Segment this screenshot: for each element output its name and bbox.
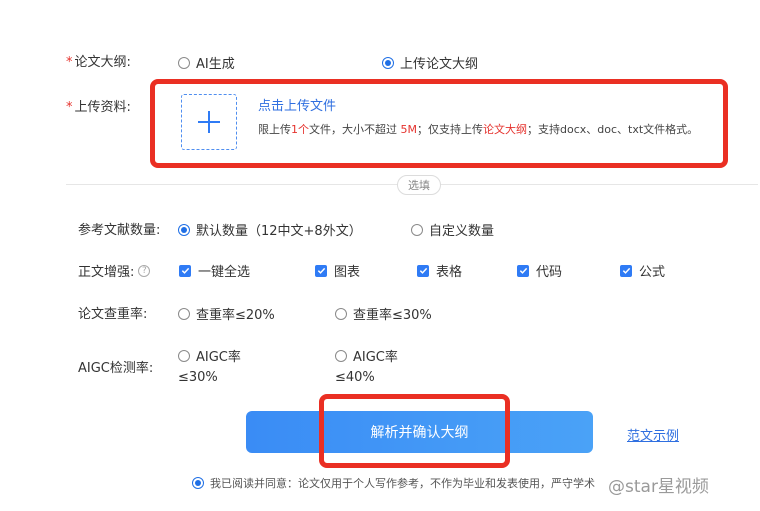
checkbox-box bbox=[517, 264, 529, 277]
check-icon bbox=[419, 267, 427, 274]
upload-label-text: 上传资料: bbox=[74, 100, 131, 115]
hint-type: 论文大纲 bbox=[483, 123, 527, 136]
outline-row: * 论文大纲: bbox=[66, 51, 131, 70]
radio-label: AIGC率 bbox=[353, 350, 398, 365]
radio-label-line2: ≤30% bbox=[178, 369, 218, 385]
check-icon bbox=[181, 267, 189, 274]
example-essay-link[interactable]: 范文示例 bbox=[627, 425, 679, 444]
checkbox-label: 代码 bbox=[536, 265, 563, 280]
radio-ai-generate[interactable]: AI生成 bbox=[178, 53, 235, 72]
check-icon bbox=[317, 267, 325, 274]
radio-dot bbox=[178, 56, 190, 69]
upload-row: * 上传资料: bbox=[66, 96, 131, 115]
radio-upload-outline[interactable]: 上传论文大纲 bbox=[382, 53, 478, 72]
checkbox-box bbox=[417, 264, 429, 277]
plagiarism-label: 论文查重率: bbox=[78, 307, 148, 322]
radio-dot bbox=[178, 223, 190, 236]
radio-head: AIGC率 bbox=[335, 346, 398, 365]
radio-dot bbox=[335, 349, 347, 362]
agreement-radio[interactable]: 我已阅读并同意：论文仅用于个人写作参考，不作为毕业和发表使用，严守学术 bbox=[192, 475, 595, 491]
aigc-row: AIGC检测率: bbox=[78, 357, 153, 376]
outline-label-text: 论文大纲: bbox=[74, 55, 131, 70]
radio-custom-references[interactable]: 自定义数量 bbox=[411, 220, 494, 239]
upload-dropzone[interactable] bbox=[181, 94, 237, 150]
checkbox-code[interactable]: 代码 bbox=[517, 261, 562, 280]
check-icon bbox=[519, 267, 527, 274]
radio-default-references[interactable]: 默认数量（12中文+8外文） bbox=[178, 220, 362, 239]
radio-label: 上传论文大纲 bbox=[400, 57, 479, 72]
radio-plagiarism-30[interactable]: 查重率≤30% bbox=[335, 304, 432, 323]
plagiarism-row: 论文查重率: bbox=[78, 303, 147, 322]
upload-click-link[interactable]: 点击上传文件 bbox=[258, 95, 336, 114]
checkbox-select-all[interactable]: 一键全选 bbox=[179, 261, 250, 280]
radio-dot bbox=[382, 56, 394, 69]
hint-count: 1个 bbox=[291, 123, 309, 136]
upload-label: * 上传资料: bbox=[66, 96, 131, 115]
watermark: @star星视频 bbox=[608, 477, 709, 497]
highlight-frame-button bbox=[319, 394, 510, 468]
radio-label: 默认数量（12中文+8外文） bbox=[196, 224, 362, 239]
radio-head: AIGC率 bbox=[178, 346, 241, 365]
hint-text: ；仅支持上传 bbox=[417, 123, 483, 136]
checkbox-label: 图表 bbox=[334, 265, 361, 280]
aigc-label: AIGC检测率: bbox=[78, 361, 154, 376]
required-mark: * bbox=[66, 100, 73, 115]
optional-tag: 选填 bbox=[397, 175, 441, 195]
checkbox-box bbox=[620, 264, 632, 277]
checkbox-label: 表格 bbox=[436, 265, 463, 280]
hint-text: ；支持docx、doc、txt文件格式。 bbox=[527, 123, 699, 136]
enhance-label: 正文增强: bbox=[78, 265, 135, 280]
checkbox-label: 一键全选 bbox=[198, 265, 251, 280]
radio-dot bbox=[178, 349, 190, 362]
upload-hint: 限上传1个文件，大小不超过 5M；仅支持上传论文大纲；支持docx、doc、tx… bbox=[258, 121, 698, 137]
required-mark: * bbox=[66, 55, 73, 70]
radio-label: AIGC率 bbox=[196, 350, 241, 365]
checkbox-label: 公式 bbox=[639, 265, 666, 280]
checkbox-box bbox=[179, 264, 191, 277]
hint-size: 5M bbox=[400, 123, 418, 136]
checkbox-tables[interactable]: 表格 bbox=[417, 261, 462, 280]
radio-dot bbox=[192, 477, 204, 489]
checkbox-charts[interactable]: 图表 bbox=[315, 261, 360, 280]
radio-aigc-40[interactable]: AIGC率 ≤40% bbox=[335, 346, 398, 385]
radio-aigc-30[interactable]: AIGC率 ≤30% bbox=[178, 346, 241, 385]
radio-label-line2: ≤40% bbox=[335, 369, 375, 385]
radio-label: AI生成 bbox=[196, 57, 235, 72]
radio-label: 查重率≤20% bbox=[196, 308, 275, 323]
hint-text: 限上传 bbox=[258, 123, 291, 136]
checkbox-formula[interactable]: 公式 bbox=[620, 261, 665, 280]
outline-label: * 论文大纲: bbox=[66, 51, 131, 70]
radio-plagiarism-20[interactable]: 查重率≤20% bbox=[178, 304, 275, 323]
radio-label: 查重率≤30% bbox=[353, 308, 432, 323]
references-label: 参考文献数量: bbox=[78, 223, 161, 238]
radio-dot bbox=[411, 223, 423, 236]
references-row: 参考文献数量: bbox=[78, 219, 160, 238]
radio-dot bbox=[335, 307, 347, 320]
check-icon bbox=[622, 267, 630, 274]
agreement-text: 我已阅读并同意：论文仅用于个人写作参考，不作为毕业和发表使用，严守学术 bbox=[210, 477, 595, 490]
checkbox-box bbox=[315, 264, 327, 277]
plus-icon bbox=[198, 111, 220, 133]
help-icon[interactable]: ? bbox=[138, 264, 151, 277]
hint-text: 文件，大小不超过 bbox=[309, 123, 401, 136]
radio-dot bbox=[178, 307, 190, 320]
enhance-row: 正文增强: ? bbox=[78, 261, 151, 280]
radio-label: 自定义数量 bbox=[429, 224, 495, 239]
